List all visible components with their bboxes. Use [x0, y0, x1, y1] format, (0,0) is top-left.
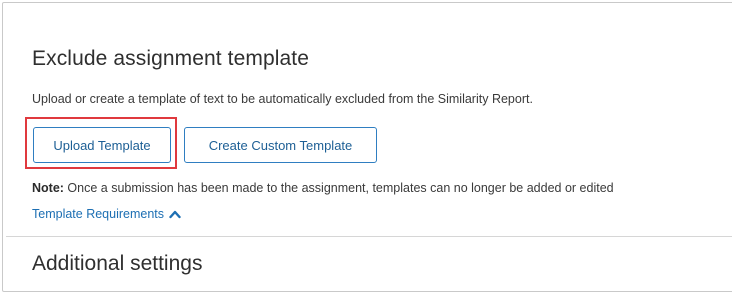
note-label: Note:: [32, 181, 64, 195]
create-custom-template-button[interactable]: Create Custom Template: [184, 127, 377, 163]
note-body: Once a submission has been made to the a…: [63, 181, 614, 195]
template-requirements-link[interactable]: Template Requirements: [32, 207, 181, 221]
chevron-up-icon: [169, 210, 181, 219]
settings-panel: Exclude assignment template Upload or cr…: [2, 2, 732, 292]
section-description: Upload or create a template of text to b…: [32, 92, 533, 106]
additional-settings-heading: Additional settings: [32, 252, 203, 275]
section-title: Exclude assignment template: [32, 47, 310, 70]
template-requirements-label: Template Requirements: [32, 207, 165, 221]
section-divider: [6, 236, 732, 237]
note-text: Note: Once a submission has been made to…: [32, 181, 614, 195]
upload-template-button[interactable]: Upload Template: [33, 127, 171, 163]
